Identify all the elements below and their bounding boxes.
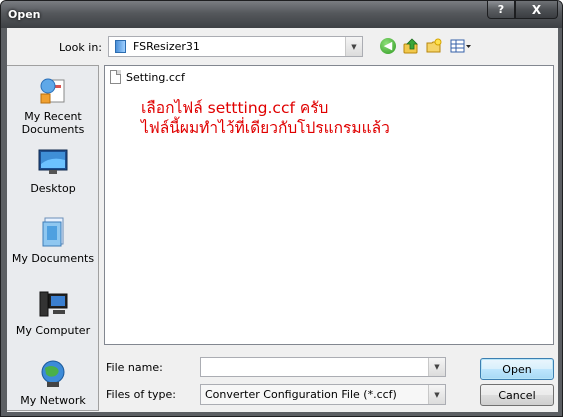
list-item[interactable]: Setting.ccf [110,70,185,84]
back-icon[interactable]: ◀ [380,38,396,54]
recent-documents-icon [37,74,69,106]
my-computer-icon [37,288,69,320]
files-of-type-label: Files of type: [106,388,177,401]
views-menu-icon[interactable] [450,38,472,54]
title-bar[interactable]: Open ? X [1,1,562,28]
dialog-title: Open [8,8,41,21]
note-line-2: ไฟล์นี้ผมทำไว้ที่เดียวกับโปรแกรมแล้ว [141,119,390,137]
close-button[interactable]: X [515,1,558,19]
file-list[interactable]: Setting.ccf เลือกไฟล์ settting.ccf ครับ … [104,65,554,345]
file-name-text: Setting.ccf [126,70,185,84]
file-name-label: File name: [106,361,163,374]
place-my-computer[interactable]: My Computer [7,288,99,337]
note-line-1: เลือกไฟล์ settting.ccf ครับ [141,99,329,117]
places-bar: My Recent Documents Desktop My Documents… [7,65,99,411]
help-button[interactable]: ? [487,1,515,19]
open-dialog: Open ? X Look in: FSResizer31 ▼ ◀ My Rec… [0,0,563,417]
files-of-type-select[interactable]: Converter Configuration File (*.ccf) ▼ [200,384,446,405]
look-in-value: FSResizer31 [133,40,200,53]
close-icon: X [531,2,542,17]
look-in-combo[interactable]: FSResizer31 ▼ [108,36,363,57]
desktop-icon [37,146,69,178]
place-label: My Recent Documents [21,110,85,136]
file-name-input[interactable]: ▼ [200,357,446,377]
file-icon [110,70,121,84]
place-my-documents[interactable]: My Documents [7,216,99,265]
my-network-icon [37,358,69,390]
chevron-down-icon[interactable]: ▼ [428,358,445,376]
chevron-down-icon[interactable]: ▼ [345,37,362,56]
dialog-body: Look in: FSResizer31 ▼ ◀ My Recent Docum… [7,28,558,412]
chevron-down-icon[interactable]: ▼ [428,385,445,404]
my-documents-icon [37,216,69,248]
place-label: My Documents [11,252,95,265]
instruction-note: เลือกไฟล์ settting.ccf ครับ ไฟล์นี้ผมทำไ… [141,98,390,138]
place-my-network[interactable]: My Network [7,358,99,407]
place-label: Desktop [30,182,76,195]
cancel-button[interactable]: Cancel [480,384,554,406]
place-desktop[interactable]: Desktop [7,146,99,195]
new-folder-icon[interactable] [426,38,442,54]
look-in-label: Look in: [59,41,102,54]
place-label: My Network [20,394,86,407]
open-button[interactable]: Open [480,358,554,380]
place-label: My Computer [15,324,91,337]
up-folder-icon[interactable] [403,38,419,54]
place-recent-documents[interactable]: My Recent Documents [7,74,99,136]
help-icon: ? [497,3,505,16]
files-of-type-value: Converter Configuration File (*.ccf) [205,388,397,401]
folder-icon [115,40,126,53]
